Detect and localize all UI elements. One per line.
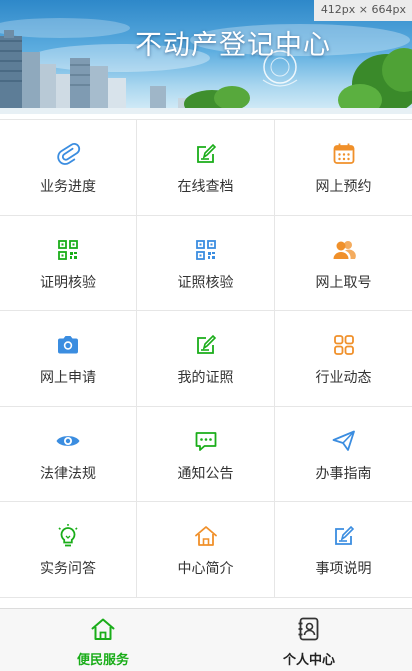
menu-item-industry-news[interactable]: 行业动态 xyxy=(275,311,412,407)
menu-item-online-apply[interactable]: 网上申请 xyxy=(0,311,137,407)
menu-item-label: 网上预约 xyxy=(315,179,372,195)
menu-item-center-intro[interactable]: 中心简介 xyxy=(137,502,275,598)
menu-item-label: 中心简介 xyxy=(177,561,234,578)
menu-item-my-license[interactable]: 我的证照 xyxy=(137,311,275,407)
eye-icon xyxy=(55,428,81,454)
menu-item-label: 我的证照 xyxy=(177,370,234,387)
edit-note-icon xyxy=(331,523,357,549)
menu-item-notices[interactable]: 通知公告 xyxy=(137,406,275,503)
menu-item-label: 证照核验 xyxy=(177,274,234,291)
menu-item-qa[interactable]: 实务问答 xyxy=(0,502,137,598)
send-icon xyxy=(331,428,357,454)
menu-item-license-verify[interactable]: 证照核验 xyxy=(137,215,275,312)
tab-convenience-services[interactable]: 便民服务 xyxy=(0,609,206,671)
service-menu-grid: 业务进度 在线查档 网上预约 证明核验 证照核验 网上取号 网上申请 我的证照 … xyxy=(0,119,412,598)
menu-item-label: 在线查档 xyxy=(177,179,234,195)
menu-item-certificate-verify[interactable]: 证明核验 xyxy=(0,215,137,312)
home-icon xyxy=(90,616,116,642)
screenshot-size-label: 412px × 664px xyxy=(313,0,412,21)
contact-book-icon xyxy=(296,616,322,642)
paperclip-icon xyxy=(55,141,81,167)
calendar-icon xyxy=(331,141,357,167)
apps-grid-icon xyxy=(331,332,357,358)
menu-item-label: 网上取号 xyxy=(315,274,372,291)
bottom-tab-bar: 便民服务 个人中心 xyxy=(0,608,412,671)
header-banner: 不动产登记中心 412px × 664px xyxy=(0,0,412,114)
menu-item-label: 法律法规 xyxy=(40,465,96,482)
users-icon xyxy=(331,237,357,263)
menu-item-online-ticket[interactable]: 网上取号 xyxy=(275,216,412,312)
banner-title: 不动产登记中心 xyxy=(135,30,331,61)
menu-item-laws[interactable]: 法律法规 xyxy=(0,406,137,503)
lightbulb-icon xyxy=(55,523,81,549)
menu-item-business-progress[interactable]: 业务进度 xyxy=(0,120,137,216)
edit-note-icon xyxy=(193,332,219,358)
tab-personal-center[interactable]: 个人中心 xyxy=(206,609,412,671)
camera-icon xyxy=(55,332,81,358)
menu-item-label: 实务问答 xyxy=(40,561,96,578)
tab-label: 便民服务 xyxy=(76,653,129,668)
menu-item-matter-description[interactable]: 事项说明 xyxy=(275,502,412,598)
menu-item-label: 办事指南 xyxy=(315,465,372,482)
menu-item-service-guide[interactable]: 办事指南 xyxy=(275,407,412,503)
menu-item-label: 事项说明 xyxy=(315,561,372,578)
menu-item-online-archive[interactable]: 在线查档 xyxy=(137,120,275,216)
menu-item-label: 行业动态 xyxy=(315,370,372,387)
qrcode-icon xyxy=(55,237,81,263)
home-icon xyxy=(193,523,219,549)
menu-item-online-appointment[interactable]: 网上预约 xyxy=(275,120,412,216)
message-icon xyxy=(193,428,219,454)
menu-item-label: 证明核验 xyxy=(40,274,96,291)
menu-item-label: 网上申请 xyxy=(40,370,96,387)
menu-item-label: 业务进度 xyxy=(40,179,96,195)
tab-label: 个人中心 xyxy=(282,653,335,668)
edit-note-icon xyxy=(193,141,219,167)
menu-item-label: 通知公告 xyxy=(177,465,234,482)
qrcode-icon xyxy=(193,237,219,263)
